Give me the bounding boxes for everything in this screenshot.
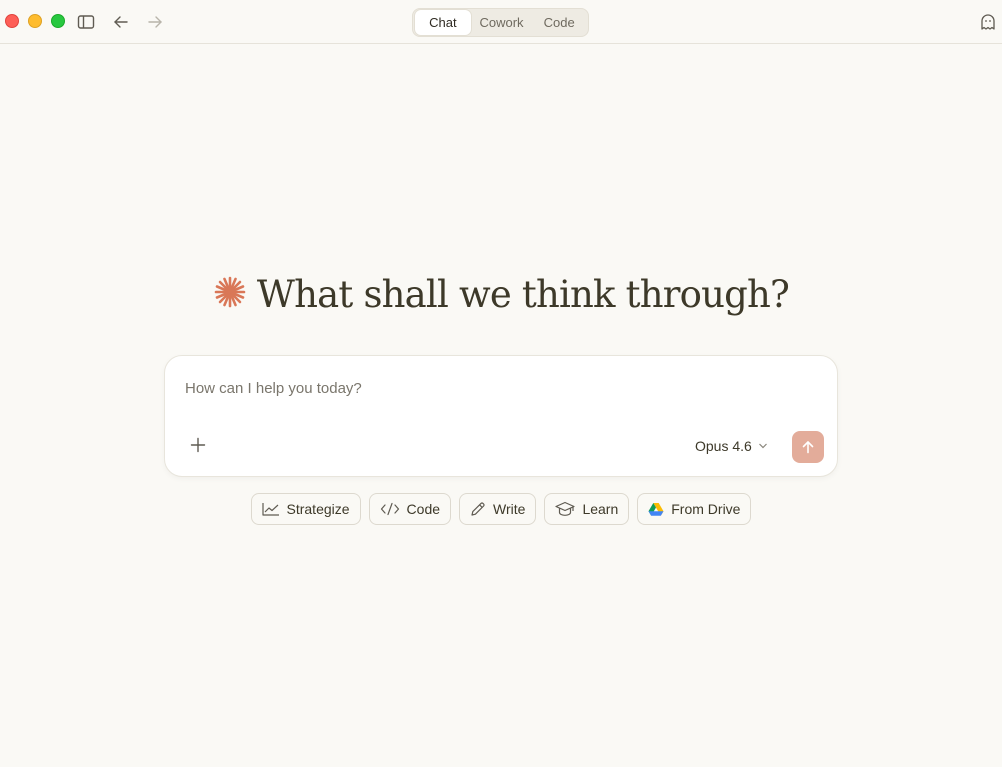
greeting: What shall we think through? <box>0 266 1002 322</box>
add-attachment-button[interactable] <box>185 432 211 458</box>
minimize-window-button[interactable] <box>28 14 42 28</box>
chip-label: From Drive <box>671 501 741 517</box>
chip-write[interactable]: Write <box>459 493 537 525</box>
chip-label: Write <box>493 501 526 517</box>
message-input[interactable] <box>185 376 805 400</box>
chip-label: Code <box>406 501 441 517</box>
graduation-cap-icon <box>555 501 576 516</box>
arrow-up-icon <box>802 441 814 454</box>
asterisk-logo-icon <box>213 275 247 314</box>
maximize-window-button[interactable] <box>51 14 65 28</box>
arrow-right-icon[interactable] <box>144 11 166 33</box>
page-title: What shall we think through? <box>256 272 790 316</box>
pencil-icon <box>471 502 485 516</box>
plus-icon <box>190 437 206 453</box>
chip-code[interactable]: Code <box>368 493 452 525</box>
model-selector-label: Opus 4.6 <box>695 438 752 454</box>
chip-strategize[interactable]: Strategize <box>250 493 361 525</box>
code-icon <box>380 502 399 516</box>
tab-chat[interactable]: Chat <box>415 10 471 35</box>
chip-from-drive[interactable]: From Drive <box>637 493 752 525</box>
title-bar: Chat Cowork Code <box>0 0 1002 44</box>
ghost-icon[interactable] <box>977 11 999 33</box>
model-selector[interactable]: Opus 4.6 <box>695 434 768 458</box>
chevron-down-icon <box>758 443 767 449</box>
chip-label: Learn <box>582 501 619 517</box>
tab-cowork[interactable]: Cowork <box>471 10 533 35</box>
arrow-left-icon[interactable] <box>110 11 132 33</box>
mode-segmented-control: Chat Cowork Code <box>412 8 589 37</box>
message-composer: Opus 4.6 <box>164 355 838 477</box>
chart-line-icon <box>261 503 279 516</box>
close-window-button[interactable] <box>5 14 19 28</box>
google-drive-icon <box>648 503 664 516</box>
chip-label: Strategize <box>286 501 350 517</box>
chip-learn[interactable]: Learn <box>544 493 630 525</box>
suggestion-chips: Strategize Code Write Learn From Drive <box>0 493 1002 525</box>
sidebar-toggle-icon[interactable] <box>75 11 97 33</box>
send-button[interactable] <box>792 431 824 463</box>
tab-code[interactable]: Code <box>532 10 586 35</box>
